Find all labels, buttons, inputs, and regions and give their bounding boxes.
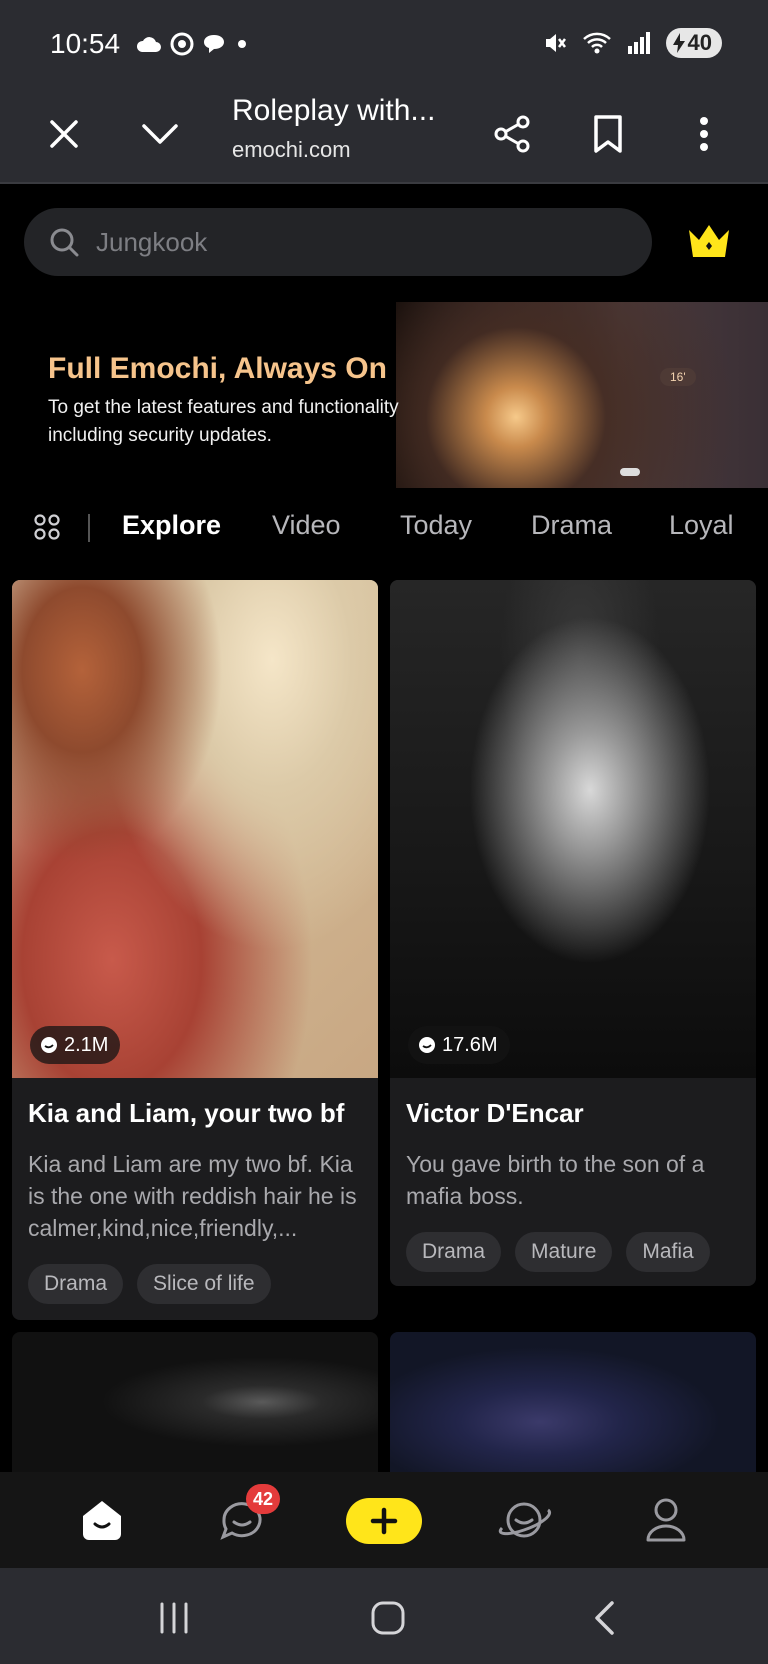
unread-count-badge: 42: [246, 1484, 280, 1514]
card-title: Victor D'Encar: [406, 1098, 584, 1128]
category-tabs: Explore Video Today Drama Loyal: [0, 496, 768, 558]
banner-description: To get the latest features and functiona…: [48, 397, 399, 446]
crown-icon[interactable]: [686, 222, 732, 260]
chevron-down-icon: [142, 124, 178, 144]
chat-bubble-icon: [41, 1037, 57, 1053]
nav-profile[interactable]: [636, 1490, 696, 1550]
banner-image-tag: 16': [660, 368, 696, 386]
character-card[interactable]: 2.1M Kia and Liam, your two bf Kia and L…: [12, 580, 378, 1320]
page-url: emochi.com: [232, 137, 351, 162]
banner-title: Full Emochi, Always On: [48, 352, 387, 385]
chat-bubble-icon: [204, 35, 224, 53]
battery-indicator: 40: [665, 28, 722, 58]
recent-apps-button[interactable]: [150, 1594, 198, 1642]
more-vert-icon: [700, 117, 708, 151]
promo-banner[interactable]: 16' Full Emochi, Always On To get the la…: [0, 302, 768, 488]
tab-drama[interactable]: Drama: [531, 510, 612, 541]
home-icon: [83, 1501, 121, 1540]
tab-today[interactable]: Today: [400, 510, 472, 541]
chat-count-badge: 2.1M: [30, 1026, 121, 1064]
bookmark-button[interactable]: [580, 106, 636, 162]
tag-chip[interactable]: Mafia: [626, 1232, 710, 1272]
tag-chip[interactable]: Drama: [28, 1264, 124, 1304]
chat-count: 17.6M: [442, 1033, 498, 1056]
tabs-divider: [88, 514, 90, 542]
search-bar[interactable]: [24, 208, 652, 276]
planet-icon: [498, 1502, 551, 1538]
page-title: Roleplay with...: [232, 94, 436, 127]
card-tags: Drama Slice of life: [28, 1264, 271, 1304]
grid-icon[interactable]: [34, 514, 60, 540]
search-icon: [50, 228, 79, 257]
bookmark-icon: [594, 115, 622, 153]
card-tags: Drama Mature Mafia: [406, 1232, 710, 1272]
minimize-button[interactable]: [132, 106, 188, 162]
signal-icon: [627, 32, 650, 54]
charging-icon: [672, 33, 685, 53]
browser-toolbar: Roleplay with... emochi.com: [0, 84, 768, 184]
plus-icon: [370, 1507, 398, 1535]
close-button[interactable]: [36, 106, 92, 162]
card-description: Kia and Liam are my two bf. Kia is the o…: [28, 1151, 357, 1241]
card-description: You gave birth to the son of a mafia bos…: [406, 1151, 705, 1209]
share-button[interactable]: [484, 106, 540, 162]
search-input[interactable]: [96, 222, 616, 262]
tab-video[interactable]: Video: [272, 510, 341, 541]
share-icon: [494, 115, 530, 153]
tab-explore[interactable]: Explore: [122, 510, 221, 541]
battery-level: 40: [687, 30, 712, 55]
character-card-partial[interactable]: [12, 1332, 378, 1472]
bottom-navigation: [0, 1472, 768, 1568]
profile-icon: [646, 1498, 686, 1542]
card-image: 17.6M: [390, 580, 756, 1078]
character-card[interactable]: 17.6M Victor D'Encar You gave birth to t…: [390, 580, 756, 1286]
tag-chip[interactable]: Slice of life: [137, 1264, 271, 1304]
cloud-icon: [136, 37, 161, 52]
tab-loyal[interactable]: Loyal: [669, 510, 734, 541]
tag-chip[interactable]: Mature: [515, 1232, 613, 1272]
nav-discover[interactable]: [494, 1490, 554, 1550]
home-square-icon: [371, 1601, 405, 1635]
chrome-icon: [170, 32, 194, 56]
chat-count: 2.1M: [64, 1033, 109, 1056]
nav-home[interactable]: [72, 1490, 132, 1550]
system-navigation-bar: [0, 1568, 768, 1664]
card-image: 2.1M: [12, 580, 378, 1078]
tag-chip[interactable]: Drama: [406, 1232, 502, 1272]
chat-bubble-icon: [419, 1037, 435, 1053]
chat-count-badge: 17.6M: [408, 1026, 510, 1064]
status-icons-right: 40: [542, 28, 722, 58]
dot-icon: [238, 40, 246, 48]
mute-icon: [545, 34, 566, 52]
wifi-icon: [582, 32, 611, 54]
card-title: Kia and Liam, your two bf: [28, 1098, 345, 1128]
status-icons-left: [136, 32, 250, 56]
status-bar: 10:54 40: [0, 0, 768, 84]
recent-apps-icon: [160, 1602, 188, 1634]
banner-pager-dot: [620, 468, 640, 476]
banner-illustration: 16': [396, 302, 768, 488]
create-button[interactable]: [346, 1498, 422, 1544]
back-button[interactable]: [580, 1594, 628, 1642]
more-options-button[interactable]: [676, 106, 732, 162]
close-icon: [50, 120, 78, 148]
back-icon: [595, 1601, 614, 1635]
status-time: 10:54: [50, 28, 121, 59]
character-card-partial[interactable]: [390, 1332, 756, 1472]
home-button[interactable]: [364, 1594, 412, 1642]
